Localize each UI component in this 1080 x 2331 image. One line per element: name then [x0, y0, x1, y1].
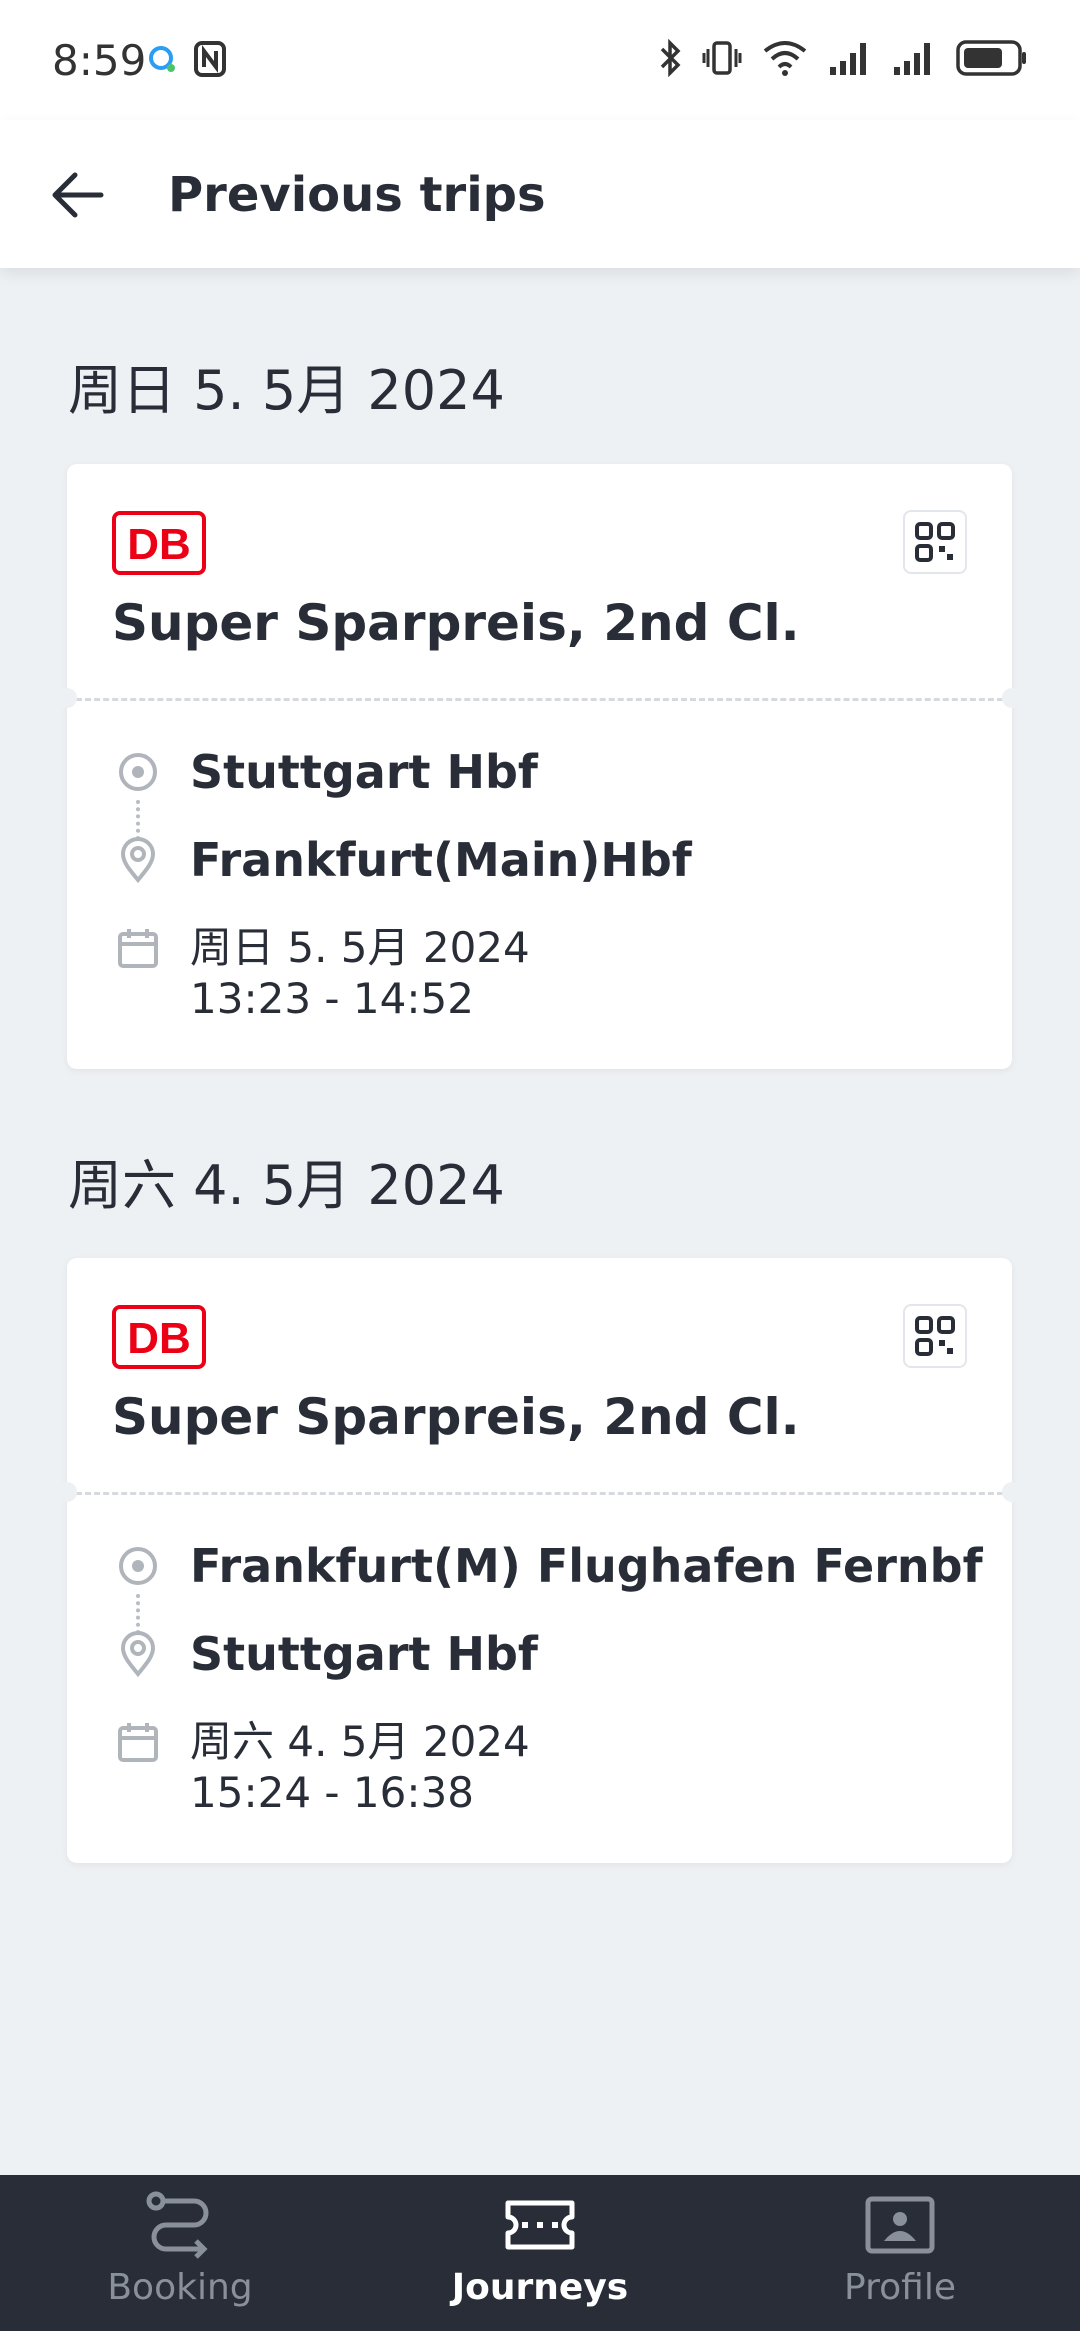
- trip-card[interactable]: DB Super Sparpreis, 2nd Cl. Stuttgart Hb…: [57, 464, 1022, 1069]
- assistant-bubble-icon: [149, 46, 175, 72]
- qr-code-button[interactable]: [903, 510, 967, 574]
- status-left-icons: [145, 40, 227, 78]
- card-notch-right: [1002, 688, 1022, 708]
- trip-time: 13:23 - 14:52: [190, 974, 474, 1023]
- origin-station: Frankfurt(M) Flughafen Fernbf: [190, 1539, 983, 1593]
- location-pin-icon: [120, 837, 156, 883]
- ticket-icon: [505, 2200, 575, 2250]
- db-logo-text: DB: [127, 520, 191, 569]
- origin-icon: [119, 753, 157, 791]
- vibrate-icon: [702, 41, 742, 75]
- origin-row: Frankfurt(M) Flughafen Fernbf: [67, 1531, 1012, 1601]
- card-notch-left: [57, 688, 77, 708]
- date-heading: 周日 5. 5月 2024: [68, 359, 505, 422]
- card-divider: [67, 1492, 1012, 1495]
- trip-date: 周六 4. 5月 2024: [190, 1717, 530, 1766]
- location-pin-icon: [120, 1631, 156, 1677]
- signal-icon: [830, 43, 866, 75]
- card-header: DB Super Sparpreis, 2nd Cl.: [67, 1258, 1012, 1493]
- status-time: 8:59: [52, 36, 147, 85]
- nav-item-profile[interactable]: Profile: [750, 2175, 1050, 2331]
- qr-code-icon: [915, 522, 955, 562]
- status-bar: 8:59: [0, 0, 1080, 120]
- battery-icon: [956, 40, 1026, 76]
- db-logo-text: DB: [127, 1314, 191, 1363]
- route-icon: [146, 2191, 209, 2259]
- tariff-name: Super Sparpreis, 2nd Cl.: [112, 594, 800, 652]
- trip-datetime: 周日 5. 5月 2024 13:23 - 14:52: [67, 914, 1012, 1034]
- destination-row: Frankfurt(Main)Hbf: [67, 825, 1012, 895]
- card-notch-right: [1002, 1482, 1022, 1502]
- destination-station: Stuttgart Hbf: [190, 1627, 538, 1681]
- destination-row: Stuttgart Hbf: [67, 1619, 1012, 1689]
- status-right-icons: [658, 38, 1028, 78]
- trip-list: 周日 5. 5月 2024 DB Super Sparpreis, 2nd Cl…: [0, 268, 1080, 2175]
- trip-date: 周日 5. 5月 2024: [190, 923, 530, 972]
- signal-icon-2: [894, 43, 930, 75]
- back-button[interactable]: [42, 160, 112, 230]
- page-title: Previous trips: [168, 167, 546, 223]
- db-logo: DB: [112, 1305, 206, 1369]
- db-logo: DB: [112, 511, 206, 575]
- trip-time: 15:24 - 16:38: [190, 1768, 474, 1817]
- qr-code-icon: [915, 1316, 955, 1356]
- arrow-left-icon: [52, 172, 104, 218]
- nav-label: Profile: [844, 2267, 956, 2308]
- origin-station: Stuttgart Hbf: [190, 745, 538, 799]
- card-header: DB Super Sparpreis, 2nd Cl.: [67, 464, 1012, 699]
- card-notch-left: [57, 1482, 77, 1502]
- nav-item-booking[interactable]: Booking: [30, 2175, 330, 2331]
- app-bar: Previous trips: [0, 120, 1080, 268]
- trip-card[interactable]: DB Super Sparpreis, 2nd Cl. Frankfurt(M)…: [57, 1258, 1022, 1863]
- origin-row: Stuttgart Hbf: [67, 737, 1012, 807]
- profile-card-icon: [865, 2196, 935, 2254]
- nav-label: Journeys: [451, 2267, 629, 2308]
- nfc-icon: [194, 41, 226, 77]
- wifi-icon: [763, 41, 807, 76]
- trip-datetime: 周六 4. 5月 2024 15:24 - 16:38: [67, 1708, 1012, 1828]
- card-divider: [67, 698, 1012, 701]
- qr-code-button[interactable]: [903, 1304, 967, 1368]
- date-heading: 周六 4. 5月 2024: [68, 1154, 505, 1217]
- bluetooth-icon: [660, 38, 681, 78]
- calendar-icon: [118, 1723, 158, 1762]
- nav-item-journeys[interactable]: Journeys: [390, 2175, 690, 2331]
- tariff-name: Super Sparpreis, 2nd Cl.: [112, 1388, 800, 1446]
- calendar-icon: [118, 929, 158, 968]
- nav-label: Booking: [107, 2267, 253, 2308]
- bottom-navigation: Booking Journeys Profile: [0, 2175, 1080, 2331]
- origin-icon: [119, 1547, 157, 1585]
- destination-station: Frankfurt(Main)Hbf: [190, 833, 692, 887]
